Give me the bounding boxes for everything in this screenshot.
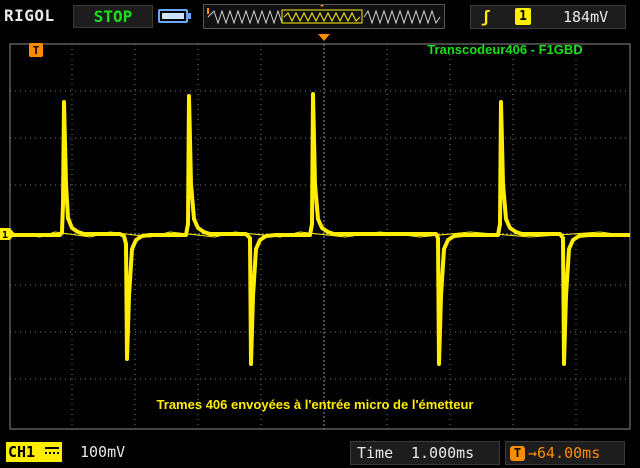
waveform-display[interactable]: T 1 Transcodeur406 - F1GBD Trames 406 en… [0, 34, 640, 434]
brand-logo: RIGOL [4, 6, 55, 25]
timebase-setting[interactable]: Time 1.000ms [350, 441, 500, 465]
battery-icon [158, 9, 191, 23]
trigger-time-marker-label: T [33, 44, 40, 57]
time-label: Time [357, 444, 394, 462]
trigger-offset-setting[interactable]: T →64.00ms [505, 441, 625, 465]
channel1-button[interactable]: CH1 [6, 442, 62, 462]
channel1-marker-label: 1 [2, 230, 8, 241]
channel1-label: CH1 [8, 443, 36, 461]
dc-coupling-icon [45, 447, 59, 454]
run-stop-status[interactable]: STOP [73, 5, 153, 28]
memory-depth-indicator[interactable] [203, 4, 445, 29]
trigger-level: 184mV [563, 8, 609, 26]
trigger-offset-icon: T [510, 446, 525, 461]
bottom-status-bar: CH1 100mV Time 1.000ms T →64.00ms [0, 438, 640, 468]
rising-edge-icon: ʃ [481, 7, 491, 26]
trigger-offset-value: →64.00ms [528, 444, 601, 462]
top-status-bar: RIGOL STOP ʃ 1 184mV [0, 0, 640, 34]
overlay-caption-text: Trames 406 envoyées à l'entrée micro de … [157, 397, 474, 412]
trigger-source-badge: 1 [515, 8, 531, 25]
overlay-title-text: Transcodeur406 - F1GBD [427, 42, 582, 57]
trigger-settings[interactable]: ʃ 1 184mV [470, 5, 626, 29]
time-per-div: 1.000ms [411, 444, 475, 462]
channel1-volts-per-div[interactable]: 100mV [80, 443, 125, 461]
